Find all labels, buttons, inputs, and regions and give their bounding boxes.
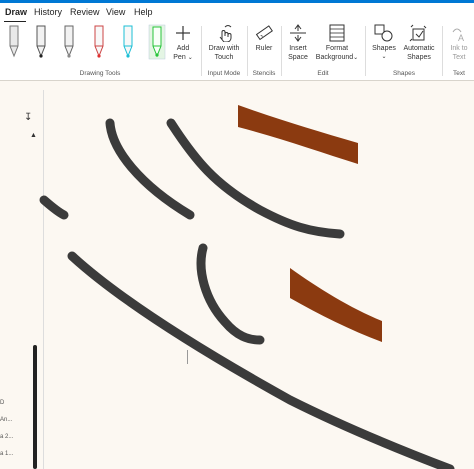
ink-stroke [67, 251, 455, 469]
ink-stroke [196, 243, 265, 345]
text-cursor [187, 350, 188, 364]
ink-layer [39, 105, 455, 469]
ink-brown-stroke [238, 105, 358, 164]
ink-brown-stroke [290, 268, 382, 342]
ink-stroke [39, 195, 69, 220]
